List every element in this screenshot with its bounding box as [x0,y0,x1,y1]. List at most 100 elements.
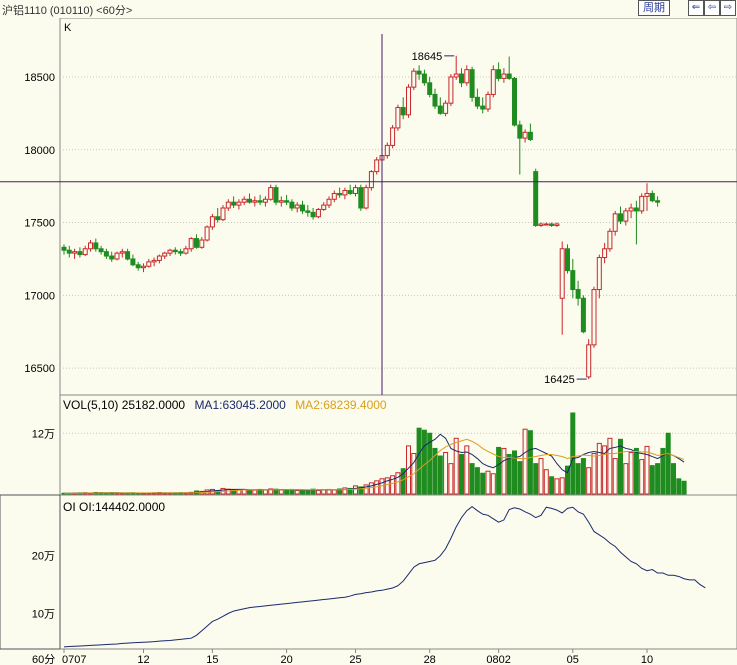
volume-bar [262,489,268,495]
candle-down [231,201,237,206]
candle-up [241,198,247,203]
candle-down [432,93,438,107]
candle-down [655,200,661,203]
x-axis-tick-label: 10 [641,654,653,665]
nav-first-icon[interactable]: ⇐ [688,0,704,16]
x-axis-tick-label: 25 [349,654,361,665]
candle-down [109,255,115,260]
volume-bar [421,429,427,495]
candle-up [384,144,390,157]
candle-down [247,198,252,203]
candle-down [633,207,639,212]
volume-bar [676,478,682,495]
volume-bar [549,476,555,495]
candle-up [156,255,162,261]
candle-down [300,204,305,212]
candle-down [125,251,131,260]
candle-down [61,246,67,251]
candle-up [395,107,401,129]
volume-bar [321,489,327,495]
candle-down [480,105,486,110]
volume-bar [517,461,523,495]
volume-bar [294,489,300,495]
volume-bar [628,451,634,495]
candle-up [188,238,194,250]
candle-down [400,107,406,116]
low-price-label: 16425 [544,374,575,386]
candle-up [586,344,592,378]
volume-bar [522,428,528,495]
candle-up [236,201,242,206]
candle-down [533,171,539,226]
candle-up [612,213,618,232]
volume-bar [459,454,464,495]
volume-bar [252,489,258,495]
candle-up [183,248,189,254]
volume-bar [353,485,358,495]
candle-up [543,223,549,226]
candle-down [257,200,263,203]
price-y-tick-label: 17500 [24,218,55,230]
volume-bar [527,430,533,495]
volume-bar [474,467,480,495]
volume-bar [368,482,374,495]
candle-up [119,251,125,254]
period-button[interactable]: 周期 [638,0,670,16]
volume-bar [575,463,581,495]
candle-down [358,187,364,209]
candle-up [88,242,93,250]
candle-up [623,210,629,222]
candle-down [649,192,655,202]
candle-down [575,289,581,299]
candle-down [135,264,141,269]
candle-down [103,251,109,257]
candle-down [172,249,178,253]
volume-bar [570,412,576,495]
nav-next-icon[interactable]: ⇨ [720,0,736,16]
candle-up [146,261,152,267]
candle-down [459,73,464,84]
volume-y-tick-label: 12万 [32,428,55,440]
candle-down [565,248,570,272]
volume-bar [300,489,305,495]
candle-up [315,208,321,218]
candle-down [77,251,83,256]
candle-up [639,195,645,212]
candle-up [262,198,268,203]
volume-bar [247,489,252,495]
volume-bar [538,458,544,495]
candle-down [506,73,512,79]
price-y-tick-label: 16500 [24,363,55,375]
volume-bar [496,446,502,495]
candle-up [114,252,120,260]
volume-bar [437,455,443,495]
candle-down [618,213,623,222]
candle-up [162,252,168,257]
candle-down [469,69,475,98]
candle-up [559,248,565,299]
candle-up [596,257,602,291]
volume-bar [305,489,311,495]
x-axis-period-label: 60分 [32,653,55,665]
candle-up [294,204,300,209]
candle-up [368,171,374,189]
volume-bar [554,478,560,495]
x-axis-tick-label: 28 [424,654,436,665]
volume-bar [342,487,348,495]
volume-bar [671,463,676,495]
candle-up [554,223,560,226]
oi-y-tick-label: 20万 [32,551,55,563]
candle-up [406,86,411,116]
nav-prev-icon[interactable]: ⇦ [704,0,720,16]
candle-down [549,223,555,226]
volume-legend: VOL(5,10) 25182.0000 MA1:63045.2000 MA2:… [63,398,387,412]
volume-bar [506,454,512,495]
title-bar: 沪铝1110 (010110) <60分> 周期 ⇐ ⇦ ⇨ [0,0,737,18]
volume-bar [591,453,597,495]
ma1-legend-text: MA1:63045.2000 [194,398,286,412]
price-y-tick-label: 18500 [24,72,55,84]
candle-up [390,127,396,146]
volume-bar [453,437,459,495]
chart-area[interactable]: K 18500 18000 17500 17000 16500 12万 VOL(5,10… [0,18,737,665]
x-axis-tick-label: 15 [206,654,218,665]
